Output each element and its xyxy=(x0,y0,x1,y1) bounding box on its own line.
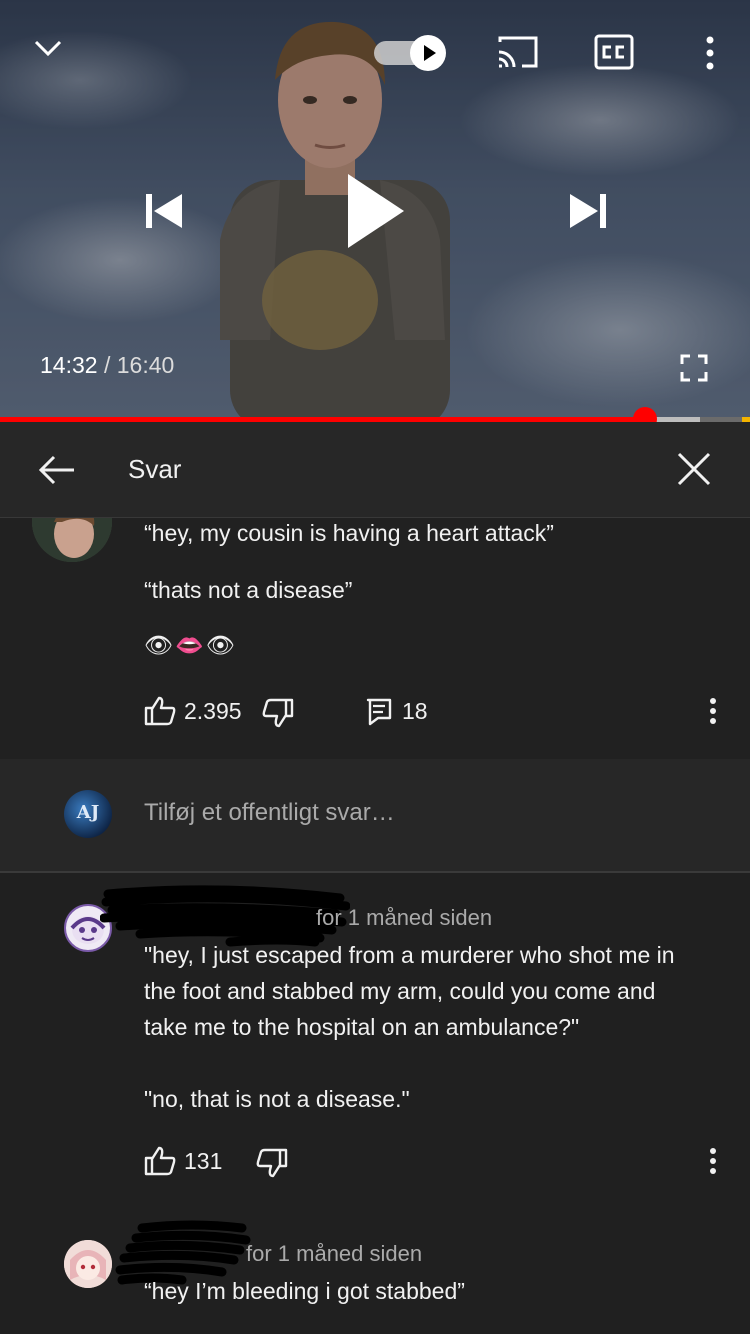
previous-icon[interactable] xyxy=(144,192,184,230)
reply-2-text: “hey I’m bleeding i got stabbed” xyxy=(144,1278,465,1304)
reply-1-more-icon[interactable] xyxy=(704,1146,722,1176)
reply-1-like-count: 131 xyxy=(184,1148,223,1174)
back-arrow-icon[interactable] xyxy=(38,454,76,486)
reply-1-dislike-icon[interactable] xyxy=(256,1148,288,1178)
reply-input-field[interactable]: Tilføj et offentligt svar… xyxy=(144,799,395,827)
current-time: 14:32 xyxy=(40,352,98,378)
header-mask: Svar xyxy=(0,422,750,518)
video-player[interactable]: 14:32 / 16:40 xyxy=(0,0,750,422)
play-icon[interactable] xyxy=(344,172,406,250)
next-icon[interactable] xyxy=(568,192,608,230)
parent-comment-line-2: “thats not a disease” xyxy=(144,577,353,603)
parent-like-count: 2.395 xyxy=(184,698,242,724)
reply-1-like-icon[interactable] xyxy=(144,1146,176,1176)
current-user-avatar: AJ xyxy=(64,790,112,838)
current-user-avatar-initials: AJ xyxy=(76,802,100,823)
autoplay-toggle[interactable] xyxy=(372,35,448,71)
playback-time: 14:32 / 16:40 xyxy=(40,352,174,379)
reply-1-timestamp: for 1 måned siden xyxy=(316,905,493,930)
close-icon[interactable] xyxy=(676,451,712,487)
captions-icon[interactable] xyxy=(594,34,634,70)
reply-2-timestamp: for 1 måned siden xyxy=(246,1241,423,1266)
reply-2-avatar[interactable] xyxy=(64,1240,112,1288)
replies-icon[interactable] xyxy=(366,698,392,726)
parent-comment-line-1: “hey, my cousin is having a heart attack… xyxy=(144,520,554,546)
fullscreen-icon[interactable] xyxy=(680,354,708,382)
parent-reply-count: 18 xyxy=(402,698,428,724)
autoplay-play-icon xyxy=(410,35,446,71)
cast-icon[interactable] xyxy=(496,34,540,70)
more-vertical-icon[interactable] xyxy=(700,34,720,72)
like-icon[interactable] xyxy=(144,696,176,726)
video-duration: 16:40 xyxy=(116,352,175,378)
time-separator: / xyxy=(103,352,111,378)
dislike-icon[interactable] xyxy=(262,698,294,728)
reply-1-text: "hey, I just escaped from a murderer who… xyxy=(144,942,675,1112)
replies-title: Svar xyxy=(128,454,182,484)
minimize-chevron-icon[interactable] xyxy=(32,36,64,60)
parent-comment-emoji: 👁👄👁 xyxy=(144,633,238,659)
comment-more-icon[interactable] xyxy=(704,696,722,726)
